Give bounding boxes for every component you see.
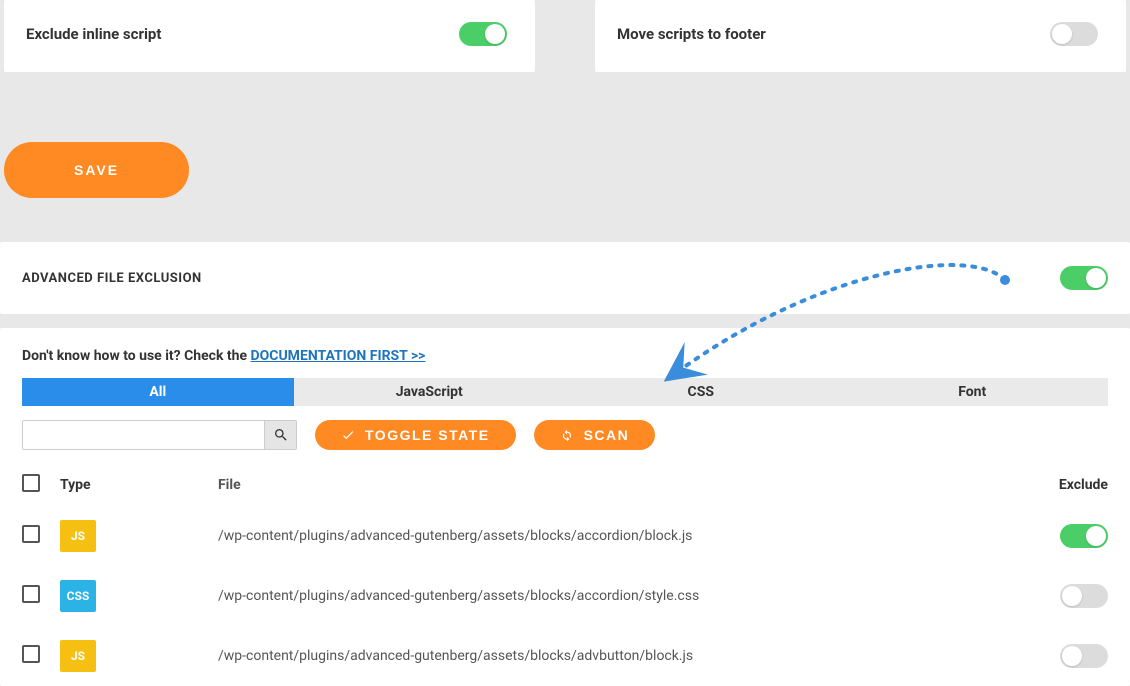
file-path: /wp-content/plugins/advanced-gutenberg/a… (218, 588, 1010, 604)
row-checkbox[interactable] (22, 645, 40, 663)
toggle-state-label: TOGGLE STATE (365, 427, 490, 443)
exclude-inline-script-label: Exclude inline script (26, 25, 161, 43)
search-icon (273, 427, 289, 443)
advanced-file-exclusion-title: ADVANCED FILE EXCLUSION (22, 271, 202, 286)
advanced-file-exclusion-toggle[interactable] (1060, 266, 1108, 290)
move-scripts-footer-toggle[interactable] (1050, 22, 1098, 46)
file-path: /wp-content/plugins/advanced-gutenberg/a… (218, 528, 1010, 544)
column-header-type: Type (60, 477, 200, 493)
help-text-prefix: Don't know how to use it? Check the (22, 348, 251, 364)
file-type-badge: JS (60, 640, 96, 672)
column-header-file: File (218, 477, 1010, 493)
exclude-inline-script-toggle[interactable] (459, 22, 507, 46)
exclude-toggle[interactable] (1060, 524, 1108, 548)
table-row: JS /wp-content/plugins/advanced-gutenber… (22, 626, 1108, 686)
row-checkbox[interactable] (22, 585, 40, 603)
file-type-badge: JS (60, 520, 96, 552)
toggle-state-button[interactable]: TOGGLE STATE (315, 420, 516, 450)
file-path: /wp-content/plugins/advanced-gutenberg/a… (218, 648, 1010, 664)
search-button[interactable] (264, 421, 296, 449)
select-all-checkbox[interactable] (22, 474, 40, 492)
tab-javascript[interactable]: JavaScript (294, 378, 566, 406)
tab-css[interactable]: CSS (565, 378, 837, 406)
exclude-toggle[interactable] (1060, 644, 1108, 668)
table-row: JS /wp-content/plugins/advanced-gutenber… (22, 506, 1108, 566)
exclude-toggle[interactable] (1060, 584, 1108, 608)
check-icon (341, 428, 355, 442)
scan-button[interactable]: SCAN (534, 420, 656, 450)
tab-font[interactable]: Font (837, 378, 1109, 406)
scan-label: SCAN (584, 427, 630, 443)
move-scripts-footer-label: Move scripts to footer (617, 25, 766, 43)
file-type-badge: CSS (60, 580, 96, 612)
search-input[interactable] (23, 421, 264, 449)
column-header-exclude: Exclude (1028, 477, 1108, 493)
tab-all[interactable]: All (22, 378, 294, 406)
row-checkbox[interactable] (22, 525, 40, 543)
refresh-icon (560, 428, 574, 442)
documentation-link[interactable]: DOCUMENTATION FIRST >> (251, 348, 426, 364)
table-row: CSS /wp-content/plugins/advanced-gutenbe… (22, 566, 1108, 626)
save-button[interactable]: SAVE (4, 142, 189, 198)
